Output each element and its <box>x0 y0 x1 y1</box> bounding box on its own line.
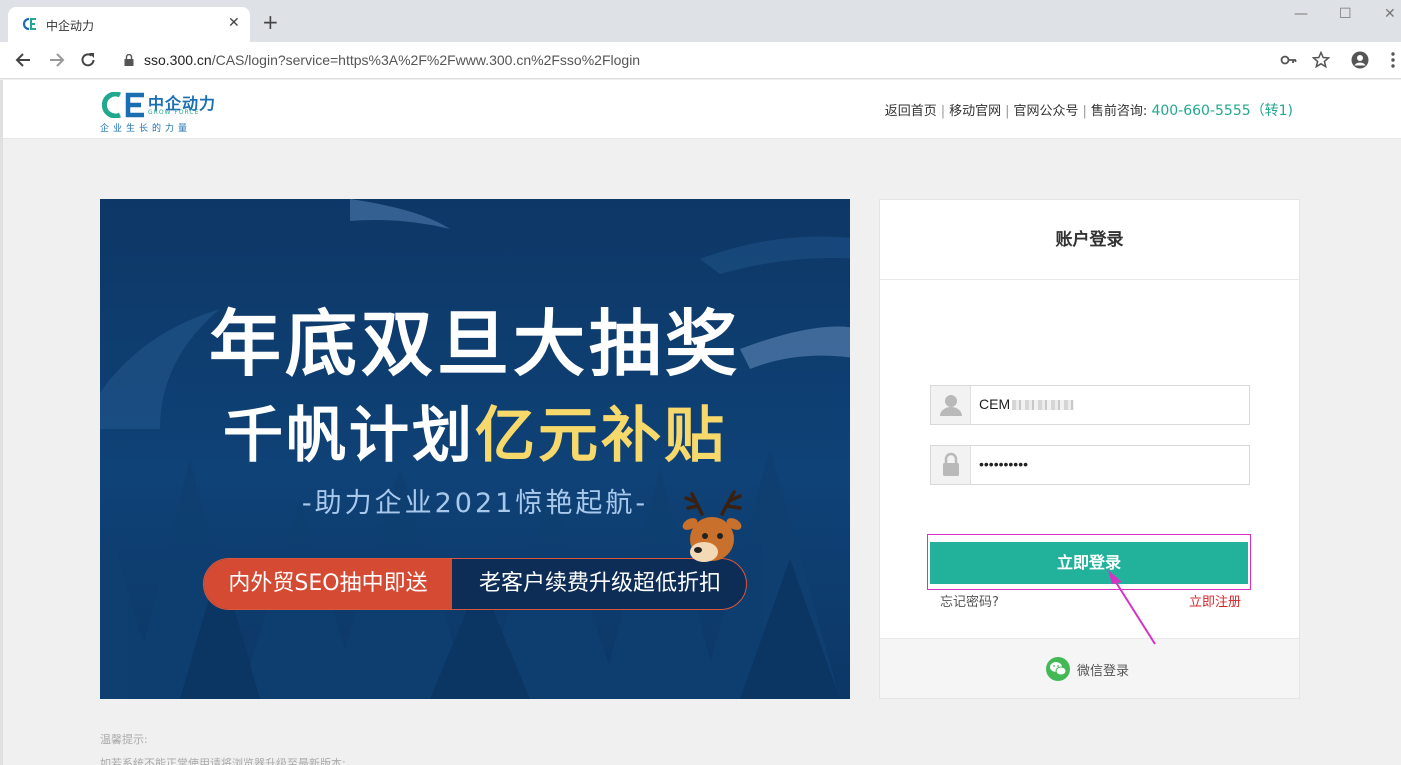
maximize-button[interactable]: ☐ <box>1339 6 1352 22</box>
profile-icon[interactable] <box>1351 51 1369 69</box>
banner-offer-pill: 内外贸SEO抽中即送 老客户续费升级超低折扣 <box>203 558 747 610</box>
link-separator: | <box>1005 104 1010 119</box>
browser-tab-strip: 中企动力 ✕ + — ☐ ✕ <box>0 0 1401 42</box>
banner-title2-highlight: 亿元补贴 <box>475 401 727 471</box>
browser-tab[interactable]: 中企动力 ✕ <box>8 7 250 42</box>
username-text: CEM <box>979 396 1011 412</box>
top-links: 返回首页 | 移动官网 | 官网公众号 | 售前咨询: 400-660-5555（转1) <box>885 100 1293 120</box>
wechat-login-bar[interactable]: 微信登录 <box>880 638 1299 698</box>
password-field[interactable]: •••••••••• <box>930 445 1250 485</box>
favicon-icon <box>22 17 36 31</box>
window-edge <box>0 80 3 765</box>
banner-title: 年底双旦大抽奖 <box>208 301 741 386</box>
reload-icon[interactable] <box>78 50 98 70</box>
link-separator: | <box>1082 104 1087 119</box>
lock-icon <box>124 54 134 66</box>
logo-slogan: 企业生长的力量 <box>100 124 192 134</box>
login-title: 账户登录 <box>880 200 1299 280</box>
minimize-button[interactable]: — <box>1294 6 1308 22</box>
close-window-button[interactable]: ✕ <box>1384 6 1396 22</box>
forgot-password-link[interactable]: 忘记密码? <box>940 591 999 610</box>
promo-banner[interactable]: 年底双旦大抽奖 千帆计划亿元补贴 -助力企业2021惊艳起航- 内外贸SEO抽中… <box>100 199 850 699</box>
star-icon[interactable] <box>1312 51 1330 69</box>
wechat-icon <box>1046 657 1070 681</box>
back-arrow-icon[interactable] <box>14 50 34 70</box>
banner-subtitle-main: 千帆计划亿元补贴 <box>100 387 850 474</box>
url-text: sso.300.cn/CAS/login?service=https%3A%2F… <box>144 52 640 68</box>
link-mobile-site[interactable]: 移动官网 <box>949 104 1001 119</box>
tips-line: 如若系统不能正常使用请将浏览器升级至最新版本; <box>100 757 346 765</box>
banner-title2-plain: 千帆计划 <box>223 401 475 471</box>
deer-mascot-icon <box>682 490 742 562</box>
menu-dots-icon[interactable] <box>1384 51 1401 69</box>
link-wechat-account[interactable]: 官网公众号 <box>1014 104 1079 119</box>
username-blurred <box>1012 400 1075 411</box>
offer-left: 内外贸SEO抽中即送 <box>204 559 452 609</box>
username-field[interactable]: CEM <box>930 385 1250 425</box>
logo-mark-icon <box>101 92 144 118</box>
link-separator: | <box>940 104 946 119</box>
padlock-icon <box>931 446 971 484</box>
username-value: CEM <box>979 396 1075 412</box>
login-button[interactable]: 立即登录 <box>930 542 1248 584</box>
tips: 温馨提示: 如若系统不能正常使用请将浏览器升级至最新版本; <box>100 728 346 765</box>
forward-arrow-icon[interactable] <box>46 50 66 70</box>
consult-phone: 400-660-5555（转1) <box>1151 103 1293 119</box>
tab-close-icon[interactable]: ✕ <box>228 15 240 31</box>
tips-title: 温馨提示: <box>100 733 148 746</box>
login-panel: 账户登录 CEM •••••••••• 立即登录 忘记密码? 立即注册 微信登录 <box>879 199 1300 699</box>
wechat-login-label[interactable]: 微信登录 <box>1077 660 1129 679</box>
user-icon <box>931 386 971 424</box>
url-path: /CAS/login?service=https%3A%2F%2Fwww.300… <box>211 52 641 68</box>
register-link[interactable]: 立即注册 <box>1189 591 1241 610</box>
key-icon[interactable] <box>1280 51 1298 69</box>
logo-en-text: GROW FORCE <box>148 109 200 116</box>
site-header: 中企动力 GROW FORCE 企业生长的力量 返回首页 | 移动官网 | 官网公众号 |… <box>0 80 1401 139</box>
site-logo[interactable]: 中企动力 GROW FORCE 企业生长的力量 <box>100 88 220 134</box>
new-tab-button[interactable]: + <box>262 12 279 32</box>
link-home[interactable]: 返回首页 <box>885 104 937 119</box>
browser-toolbar: sso.300.cn/CAS/login?service=https%3A%2F… <box>0 42 1401 79</box>
consult-label: 售前咨询: <box>1090 104 1148 119</box>
address-bar[interactable]: sso.300.cn/CAS/login?service=https%3A%2F… <box>110 46 1342 75</box>
tab-title: 中企动力 <box>46 19 95 33</box>
url-host: sso.300.cn <box>144 52 212 68</box>
password-value: •••••••••• <box>979 456 1029 472</box>
